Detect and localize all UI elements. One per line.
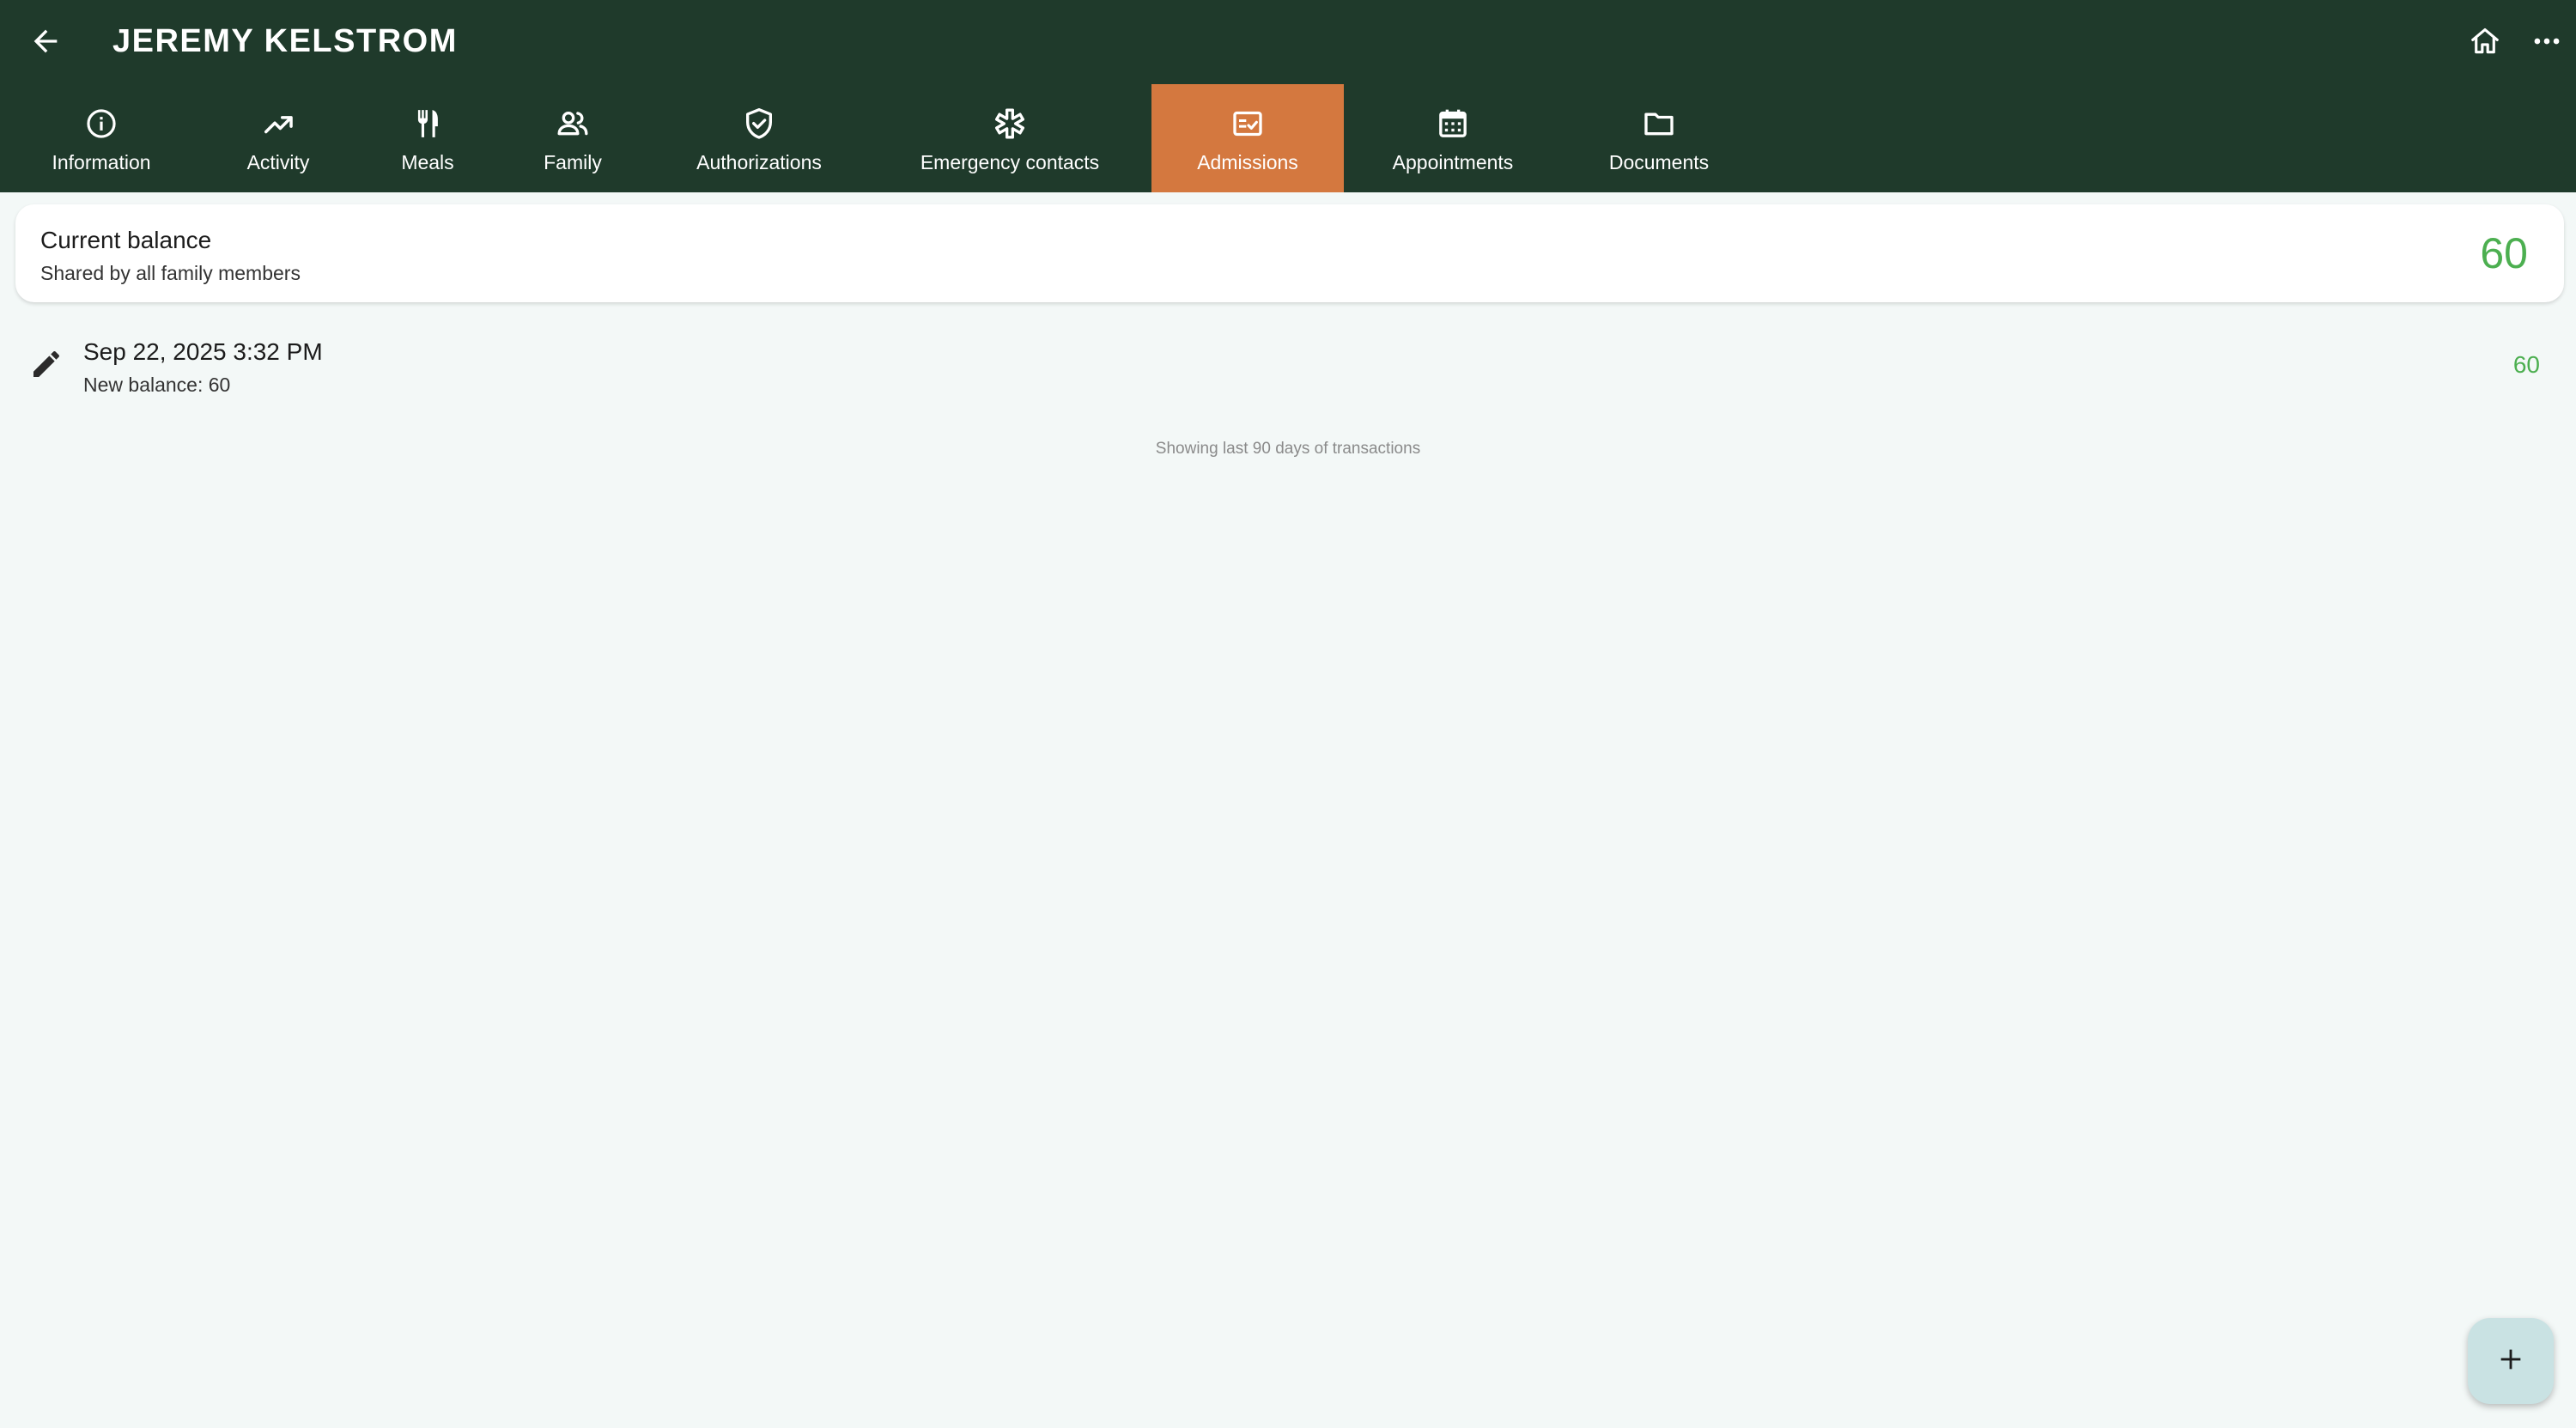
tab-label: Appointments — [1392, 151, 1514, 173]
add-transaction-button[interactable] — [2468, 1318, 2554, 1404]
app-header: JEREMY KELSTROM Information Activity Mea… — [0, 0, 2576, 192]
shield-check-icon — [742, 106, 776, 141]
fork-knife-icon — [410, 106, 445, 141]
tab-label: Admissions — [1197, 151, 1298, 173]
tab-label: Activity — [246, 151, 310, 173]
transaction-new-balance: New balance: 60 — [83, 374, 231, 396]
tab-authorizations[interactable]: Authorizations — [671, 84, 847, 192]
tab-appointments[interactable]: Appointments — [1374, 84, 1532, 192]
tab-emergency-contacts[interactable]: Emergency contacts — [898, 84, 1121, 192]
home-button[interactable] — [2454, 10, 2516, 72]
app-root: JEREMY KELSTROM Information Activity Mea… — [0, 0, 2576, 1428]
ticket-check-icon — [1230, 106, 1265, 141]
pencil-icon — [26, 343, 67, 385]
page-title: JEREMY KELSTROM — [112, 23, 458, 59]
tab-label: Emergency contacts — [920, 151, 1100, 173]
tab-label: Meals — [401, 151, 454, 173]
tab-bar: Information Activity Meals Family Author… — [0, 84, 2576, 192]
tab-activity[interactable]: Activity — [215, 84, 342, 192]
arrow-left-icon — [28, 24, 63, 58]
balance-title: Current balance — [40, 227, 212, 253]
tab-label: Information — [52, 151, 151, 173]
tab-meals[interactable]: Meals — [374, 84, 481, 192]
transaction-amount: 60 — [2512, 351, 2540, 378]
tab-information[interactable]: Information — [17, 84, 185, 192]
tab-label: Authorizations — [696, 151, 822, 173]
home-icon — [2469, 25, 2501, 58]
info-icon — [84, 106, 118, 141]
transactions-footnote: Showing last 90 days of transactions — [1155, 440, 1421, 458]
tab-family[interactable]: Family — [513, 84, 632, 192]
folder-icon — [1642, 106, 1676, 141]
people-icon — [556, 106, 590, 141]
transaction-row[interactable]: Sep 22, 2025 3:32 PM New balance: 60 60 — [0, 326, 2576, 405]
tab-documents[interactable]: Documents — [1585, 84, 1733, 192]
tab-label: Documents — [1608, 151, 1710, 173]
more-options-button[interactable] — [2516, 10, 2576, 72]
plus-icon — [2496, 1345, 2525, 1378]
balance-subtitle: Shared by all family members — [40, 262, 301, 284]
top-bar: JEREMY KELSTROM — [0, 0, 2576, 82]
calendar-icon — [1436, 106, 1470, 141]
tab-label: Family — [544, 151, 602, 173]
trending-up-icon — [261, 106, 295, 141]
medical-star-icon — [993, 106, 1027, 141]
current-balance-card: Current balance Shared by all family mem… — [15, 204, 2564, 302]
more-horizontal-icon — [2530, 25, 2563, 58]
back-button[interactable] — [15, 10, 76, 72]
transaction-date: Sep 22, 2025 3:32 PM — [83, 338, 323, 365]
tab-admissions[interactable]: Admissions — [1151, 84, 1344, 192]
balance-value: 60 — [2480, 229, 2528, 277]
